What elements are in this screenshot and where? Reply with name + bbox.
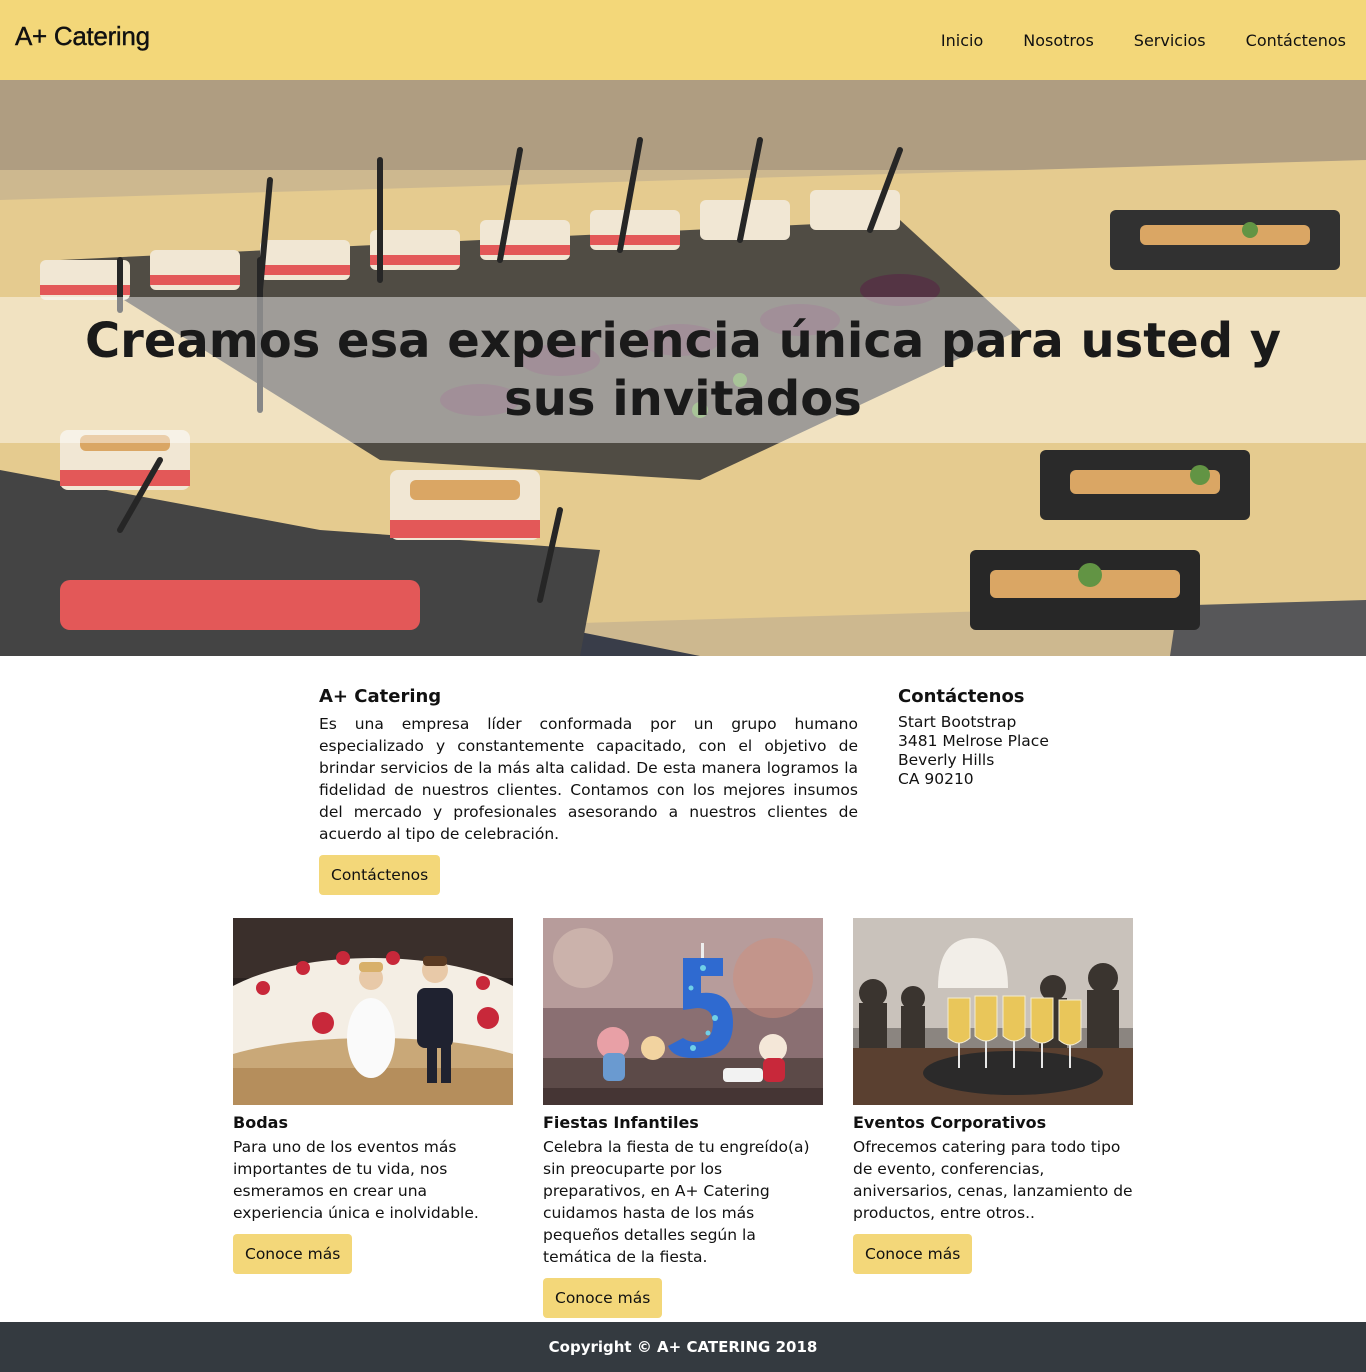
hero-banner: Creamos esa experiencia única para usted…	[0, 80, 1366, 656]
navbar: A+ Catering Inicio Nosotros Servicios Co…	[0, 0, 1366, 80]
card-title-eventos-corporativos: Eventos Corporativos	[853, 1113, 1047, 1132]
nav-link-contactenos[interactable]: Contáctenos	[1246, 31, 1346, 50]
service-card-eventos-corporativos: Eventos Corporativos Ofrecemos catering …	[853, 918, 1133, 1274]
contact-section: Contáctenos Start Bootstrap 3481 Melrose…	[898, 686, 1128, 789]
contact-zip: CA 90210	[898, 770, 974, 788]
card-text-eventos-corporativos: Ofrecemos catering para todo tipo de eve…	[853, 1138, 1133, 1222]
nav-links: Inicio Nosotros Servicios Contáctenos	[901, 31, 1346, 50]
wedding-cake-image	[233, 918, 513, 1105]
footer: Copyright © A+ CATERING 2018	[0, 1322, 1366, 1372]
about-title: A+ Catering	[319, 686, 442, 707]
learn-more-button-eventos-corporativos[interactable]: Conoce más	[853, 1234, 973, 1274]
contact-company: Start Bootstrap	[898, 713, 1017, 731]
champagne-glasses-image	[853, 918, 1133, 1105]
service-card-bodas: Bodas Para uno de los eventos más import…	[233, 918, 513, 1274]
about-text: Es una empresa líder conformada por un g…	[319, 715, 858, 843]
learn-more-button-bodas[interactable]: Conoce más	[233, 1234, 353, 1274]
service-card-fiestas-infantiles: Fiestas Infantiles Celebra la fiesta de …	[543, 918, 823, 1318]
card-text-bodas: Para uno de los eventos más importantes …	[233, 1138, 479, 1222]
contact-title: Contáctenos	[898, 686, 1025, 707]
contact-button[interactable]: Contáctenos	[319, 855, 441, 895]
card-title-bodas: Bodas	[233, 1113, 288, 1132]
card-title-fiestas-infantiles: Fiestas Infantiles	[543, 1113, 699, 1132]
nav-link-servicios[interactable]: Servicios	[1134, 31, 1206, 50]
birthday-candle-image	[543, 918, 823, 1105]
hero-title: Creamos esa experiencia única para usted…	[84, 313, 1282, 427]
card-text-fiestas-infantiles: Celebra la fiesta de tu engreído(a) sin …	[543, 1138, 810, 1266]
contact-street: 3481 Melrose Place	[898, 732, 1049, 750]
contact-city: Beverly Hills	[898, 751, 995, 769]
brand-logo[interactable]: A+ Catering	[15, 21, 150, 52]
nav-link-nosotros[interactable]: Nosotros	[1023, 31, 1094, 50]
copyright-text: Copyright © A+ CATERING 2018	[548, 1338, 818, 1356]
about-section: A+ Catering Es una empresa líder conform…	[319, 686, 858, 895]
nav-link-inicio[interactable]: Inicio	[941, 31, 983, 50]
learn-more-button-fiestas-infantiles[interactable]: Conoce más	[543, 1278, 663, 1318]
